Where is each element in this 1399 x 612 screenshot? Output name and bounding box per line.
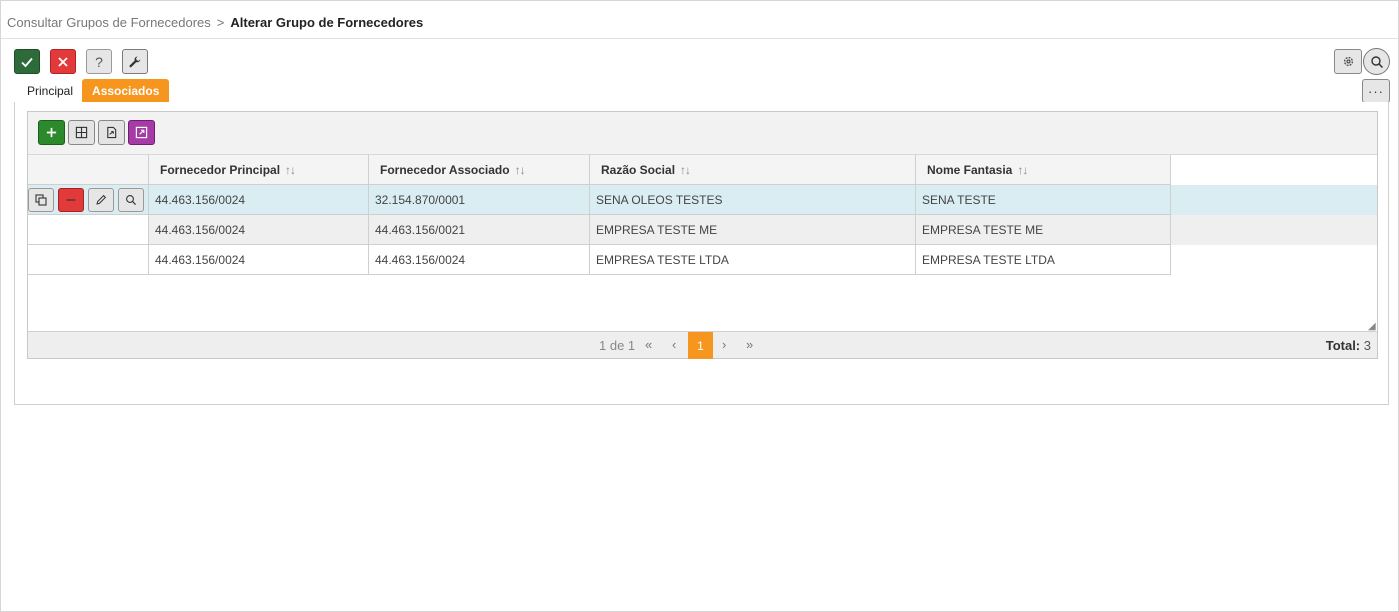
columns-button[interactable]	[68, 120, 95, 145]
total-value: 3	[1363, 338, 1371, 353]
total-count: Total: 3	[1326, 338, 1371, 353]
sort-icon[interactable]: ↑↓	[515, 163, 526, 177]
sort-icon[interactable]: ↑↓	[285, 163, 296, 177]
row-filler	[1171, 185, 1377, 215]
cell-nome-fantasia: SENA TESTE	[916, 185, 1171, 215]
app-frame: Consultar Grupos de Fornecedores > Alterar…	[0, 0, 1399, 612]
wrench-icon	[129, 56, 141, 67]
tab-principal[interactable]: Principal	[18, 79, 82, 102]
pager: 1 de 1 « ‹ 1 › » Total: 3	[28, 331, 1377, 359]
expand-icon	[135, 126, 148, 139]
cell-fornecedor-associado: 32.154.870/0001	[369, 185, 590, 215]
cell-fornecedor-principal: 44.463.156/0024	[149, 215, 369, 245]
file-export-icon	[107, 126, 117, 139]
header-divider	[1, 38, 1398, 39]
cell-fornecedor-associado: 44.463.156/0024	[369, 245, 590, 275]
first-page-button[interactable]: «	[645, 337, 652, 352]
grid-toolbar	[28, 112, 1377, 155]
ellipsis-icon: ···	[1368, 83, 1384, 99]
prev-page-button[interactable]: ‹	[672, 337, 676, 352]
check-icon	[21, 57, 33, 67]
cell-nome-fantasia: EMPRESA TESTE LTDA	[916, 245, 1171, 275]
header-actions	[28, 155, 149, 185]
cell-nome-fantasia: EMPRESA TESTE ME	[916, 215, 1171, 245]
grid-header: Fornecedor Principal ↑↓ Fornecedor Associ…	[28, 155, 1171, 185]
page-number-button[interactable]: 1	[688, 332, 713, 359]
pencil-icon	[96, 194, 107, 205]
settings-button[interactable]	[1334, 49, 1362, 74]
tab-bar: Principal Associados	[18, 79, 170, 103]
magnifier-icon	[126, 194, 137, 205]
sort-icon[interactable]: ↑↓	[680, 163, 691, 177]
breadcrumb: Consultar Grupos de Fornecedores > Alterar…	[7, 15, 423, 30]
next-page-button[interactable]: ›	[722, 337, 726, 352]
header-label: Nome Fantasia	[927, 162, 1013, 177]
cell-razao-social: EMPRESA TESTE LTDA	[590, 245, 916, 275]
last-page-button[interactable]: »	[746, 337, 753, 352]
breadcrumb-separator: >	[216, 15, 225, 30]
tools-button[interactable]	[122, 49, 148, 74]
search-button[interactable]	[1363, 48, 1390, 75]
row-filler	[1171, 215, 1377, 245]
header-fornecedor-principal[interactable]: Fornecedor Principal ↑↓	[149, 155, 369, 185]
breadcrumb-parent-link[interactable]: Consultar Grupos de Fornecedores	[7, 15, 211, 30]
add-row-button[interactable]	[38, 120, 65, 145]
cell-fornecedor-associado: 44.463.156/0021	[369, 215, 590, 245]
row-actions	[28, 215, 149, 245]
associados-grid: Fornecedor Principal ↑↓ Fornecedor Associ…	[27, 111, 1378, 359]
header-fornecedor-associado[interactable]: Fornecedor Associado ↑↓	[369, 155, 590, 185]
tab-associados[interactable]: Associados	[82, 79, 170, 102]
sort-icon[interactable]: ↑↓	[1017, 163, 1028, 177]
total-label: Total:	[1325, 338, 1361, 353]
row-actions	[28, 185, 149, 215]
expand-button[interactable]	[128, 120, 155, 145]
header-nome-fantasia[interactable]: Nome Fantasia ↑↓	[916, 155, 1171, 185]
header-razao-social[interactable]: Razão Social ↑↓	[590, 155, 916, 185]
cell-fornecedor-principal: 44.463.156/0024	[149, 245, 369, 275]
cell-fornecedor-principal: 44.463.156/0024	[149, 185, 369, 215]
confirm-button[interactable]	[14, 49, 40, 74]
gear-icon	[1343, 56, 1353, 67]
header-label: Fornecedor Principal	[160, 162, 281, 177]
cell-razao-social: SENA OLEOS TESTES	[590, 185, 916, 215]
header-label: Razão Social	[601, 162, 676, 177]
cell-razao-social: EMPRESA TESTE ME	[590, 215, 916, 245]
question-icon: ?	[95, 53, 103, 70]
header-label: Fornecedor Associado	[380, 162, 510, 177]
close-icon	[58, 56, 68, 67]
table-row[interactable]: 44.463.156/0024 44.463.156/0021 EMPRESA …	[28, 215, 1377, 245]
page-info: 1 de 1	[599, 338, 636, 353]
delete-row-button[interactable]	[58, 187, 84, 212]
cancel-button[interactable]	[50, 49, 76, 74]
edit-row-button[interactable]	[88, 187, 114, 212]
view-row-button[interactable]	[118, 187, 144, 212]
export-button[interactable]	[98, 120, 125, 145]
grid-icon	[75, 126, 88, 139]
minus-icon	[66, 198, 76, 201]
table-row[interactable]: 44.463.156/0024 44.463.156/0024 EMPRESA …	[28, 245, 1377, 275]
row-actions	[28, 245, 149, 275]
search-icon	[1370, 55, 1383, 68]
row-filler	[1171, 245, 1377, 275]
table-row[interactable]: 44.463.156/0024 32.154.870/0001 SENA OLE…	[28, 185, 1377, 215]
page-title: Alterar Grupo de Fornecedores	[230, 15, 424, 30]
copy-icon	[35, 193, 47, 206]
help-button[interactable]: ?	[86, 49, 112, 74]
copy-row-button[interactable]	[28, 187, 54, 212]
plus-icon	[46, 127, 57, 138]
more-options-button[interactable]: ···	[1362, 79, 1390, 103]
